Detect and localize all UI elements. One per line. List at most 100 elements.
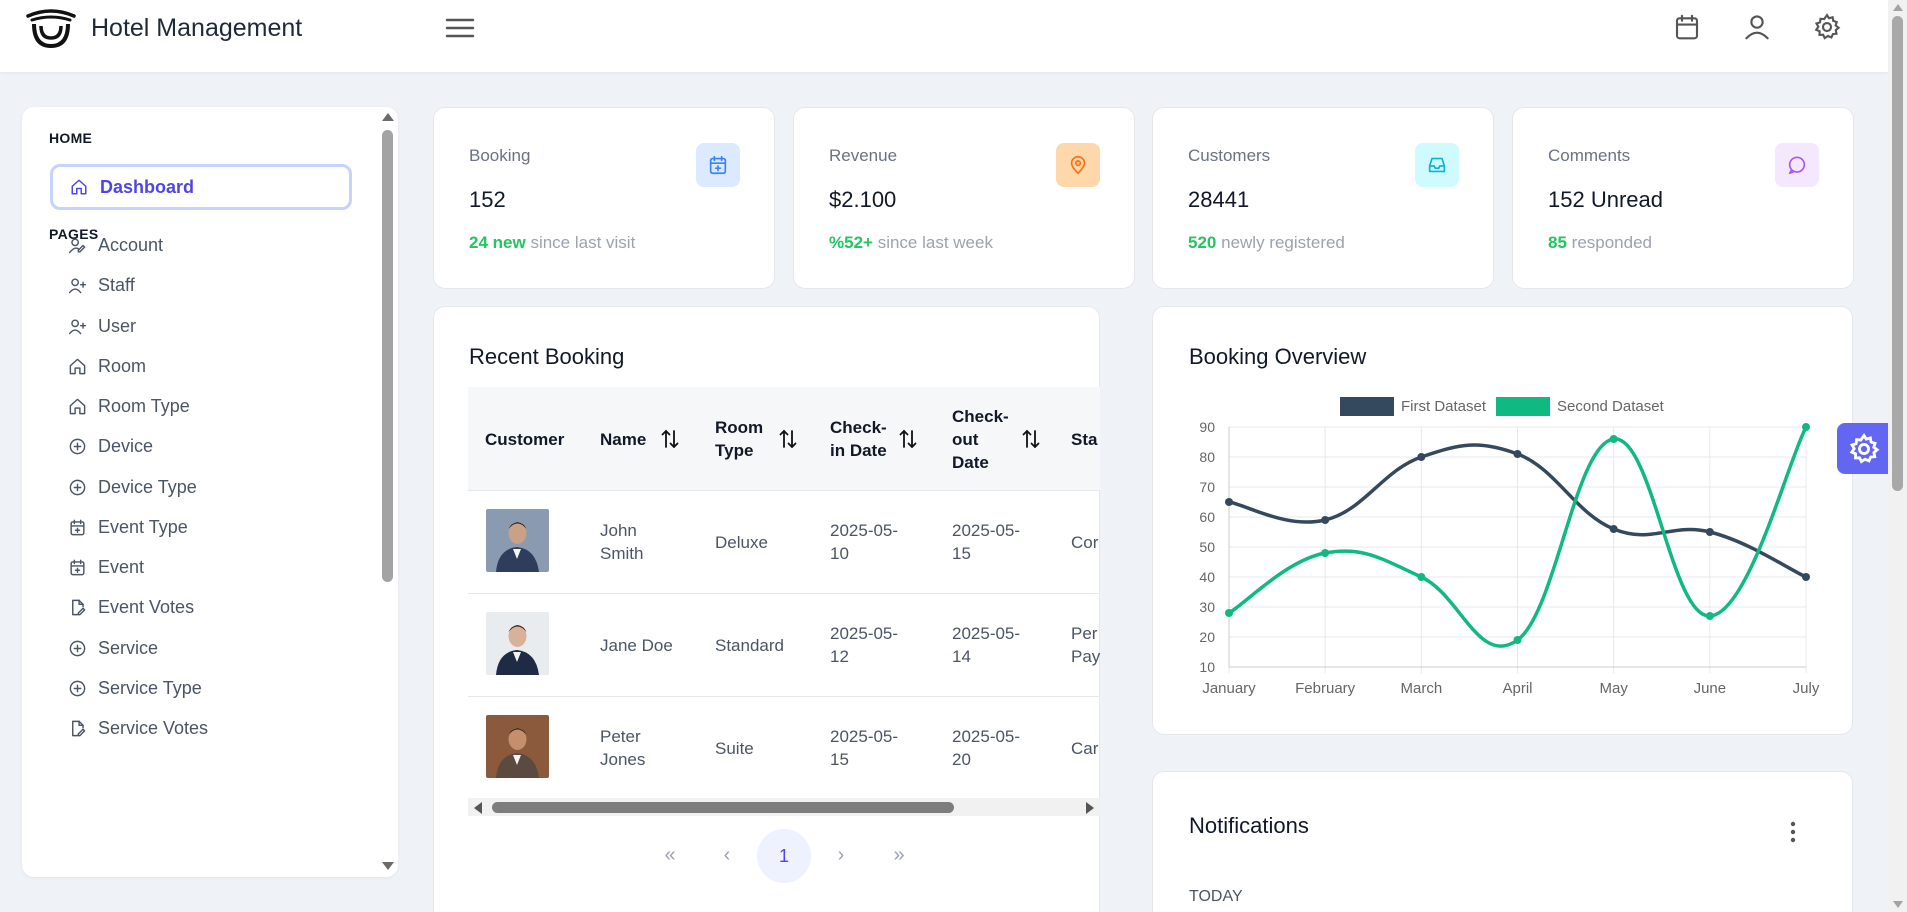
- floating-settings-button[interactable]: [1837, 423, 1890, 474]
- data-point: [1609, 525, 1618, 533]
- stat-sub-label: newly registered: [1221, 233, 1345, 252]
- table-row[interactable]: Peter Jones Suite 2025-05- 15 2025-05- 20 Car: [468, 697, 1100, 800]
- column-header[interactable]: Name: [600, 428, 646, 451]
- stat-card-comments: Comments 152 Unread 85 responded: [1512, 107, 1854, 289]
- more-vertical-icon[interactable]: [1788, 818, 1798, 846]
- data-point: [1513, 450, 1522, 458]
- pager-last-button[interactable]: »: [884, 828, 914, 882]
- sidebar-item-event[interactable]: Event: [68, 554, 144, 580]
- column-header-label: Customer: [485, 429, 565, 449]
- stat-card-revenue: Revenue $2.100 %52+ since last week: [793, 107, 1135, 289]
- table-row[interactable]: John Smith Deluxe 2025-05- 10 2025-05- 15 Cor: [468, 491, 1100, 594]
- sidebar-item-account[interactable]: Account: [68, 232, 163, 258]
- stat-sub-label: responded: [1571, 233, 1652, 252]
- sort-icon[interactable]: [778, 428, 798, 455]
- cell-name: Peter Jones: [600, 725, 645, 771]
- sidebar-item-label: Event Votes: [98, 596, 195, 617]
- cell-line: 20: [952, 750, 971, 769]
- booking-overview-chart: 10 20 30 40 50 60 70 80 90 January February March Ap…: [1199, 419, 1819, 697]
- plus-circle-icon: [69, 680, 86, 696]
- sidebar-item-event-type[interactable]: Event Type: [68, 514, 188, 540]
- avatar: [486, 612, 549, 675]
- cell-line: 15: [830, 750, 849, 769]
- table-horizontal-scrollbar[interactable]: [468, 798, 1100, 816]
- column-header-label: Check-: [952, 406, 1009, 426]
- sidebar-item-room[interactable]: Room: [68, 353, 146, 379]
- sort-icon[interactable]: [1021, 428, 1041, 455]
- x-tick-label: June: [1694, 680, 1727, 697]
- column-header[interactable]: Check-in Date: [830, 416, 887, 462]
- plus-circle-icon: [69, 479, 86, 495]
- stat-subtext: 85 responded: [1548, 233, 1652, 253]
- column-header[interactable]: Customer: [485, 428, 564, 451]
- cell-check_in: 2025-05- 10: [830, 519, 898, 565]
- pager-first-button[interactable]: «: [655, 828, 685, 882]
- sidebar-item-staff[interactable]: Staff: [68, 272, 135, 298]
- page-scrollbar[interactable]: [1888, 0, 1907, 912]
- sidebar-item-room-type[interactable]: Room Type: [68, 393, 190, 419]
- y-tick-label: 10: [1199, 659, 1215, 675]
- column-header-label: out: [952, 429, 979, 449]
- avatar: [486, 715, 549, 778]
- y-tick-label: 50: [1199, 539, 1215, 555]
- stat-highlight: 24 new: [469, 233, 526, 252]
- sort-icon[interactable]: [660, 428, 680, 455]
- recent-booking-title: Recent Booking: [469, 344, 625, 369]
- sidebar-item-service-type[interactable]: Service Type: [68, 675, 202, 701]
- sidebar-item-label: Device Type: [98, 476, 197, 497]
- home-icon: [69, 358, 86, 374]
- sidebar-item-user[interactable]: User: [68, 313, 136, 339]
- hamburger-menu-icon[interactable]: [445, 14, 475, 42]
- cell-status: Cor: [1071, 531, 1098, 554]
- y-tick-label: 90: [1199, 419, 1215, 435]
- stat-value: 152: [469, 187, 506, 212]
- sort-icon[interactable]: [898, 428, 918, 455]
- settings-gear-icon[interactable]: [1812, 12, 1842, 42]
- cell-line: 12: [830, 647, 849, 666]
- table-row[interactable]: Jane Doe Standard 2025-05- 12 2025-05- 14 Per P…: [468, 594, 1100, 697]
- notifications-title: Notifications: [1189, 813, 1309, 838]
- data-point: [1225, 609, 1233, 617]
- app-title: Hotel Management: [91, 14, 303, 42]
- stat-card-customers: Customers 28441 520 newly registered: [1152, 107, 1494, 289]
- calendar-plus-icon: [709, 155, 727, 175]
- pager-page-1[interactable]: 1: [757, 829, 811, 883]
- cell-room-type: Deluxe: [715, 532, 768, 552]
- sidebar-item-service[interactable]: Service: [68, 635, 158, 661]
- column-header[interactable]: Check-out Date: [952, 405, 1009, 474]
- stat-icon-badge: [696, 143, 740, 187]
- column-header[interactable]: Sta: [1071, 428, 1097, 451]
- data-point: [1802, 573, 1810, 581]
- sidebar-item-service-votes[interactable]: Service Votes: [68, 715, 208, 741]
- stat-highlight: 85: [1548, 233, 1567, 252]
- sidebar-item-dashboard[interactable]: Dashboard: [50, 164, 352, 210]
- x-tick-label: April: [1502, 680, 1532, 697]
- pager-next-button[interactable]: ›: [826, 828, 856, 882]
- notifications-card: Notifications TODAY: [1152, 771, 1853, 912]
- calendar-icon[interactable]: [1672, 12, 1702, 42]
- y-tick-label: 70: [1199, 479, 1215, 495]
- cell-name: Jane Doe: [600, 634, 673, 657]
- sidebar-item-device[interactable]: Device: [68, 433, 153, 459]
- top-bar: Hotel Management: [0, 0, 1888, 72]
- x-tick-label: May: [1599, 680, 1628, 697]
- user-plus-icon: [68, 318, 87, 334]
- cell-check_out: 2025-05- 15: [952, 519, 1020, 565]
- pager-prev-button[interactable]: ‹: [712, 828, 742, 882]
- cell-line: Jones: [600, 750, 646, 769]
- stat-label: Revenue: [829, 146, 898, 165]
- user-icon[interactable]: [1742, 12, 1772, 42]
- column-header-label: Type: [715, 441, 754, 460]
- sidebar-item-device-type[interactable]: Device Type: [68, 474, 197, 500]
- stat-subtext: %52+ since last week: [829, 233, 993, 253]
- sidebar-item-label: Service: [98, 637, 159, 658]
- sidebar-scrollbar[interactable]: [380, 110, 397, 874]
- column-header[interactable]: Room Type: [715, 416, 763, 462]
- sidebar-item-event-votes[interactable]: Event Votes: [68, 594, 194, 620]
- data-point: [1417, 453, 1426, 461]
- calendar-plus-icon: [70, 559, 85, 575]
- hotel-logo: [26, 9, 76, 49]
- x-tick-label: February: [1295, 680, 1356, 697]
- cell-line: 2025-05-: [830, 727, 899, 746]
- file-edit-icon: [72, 599, 86, 615]
